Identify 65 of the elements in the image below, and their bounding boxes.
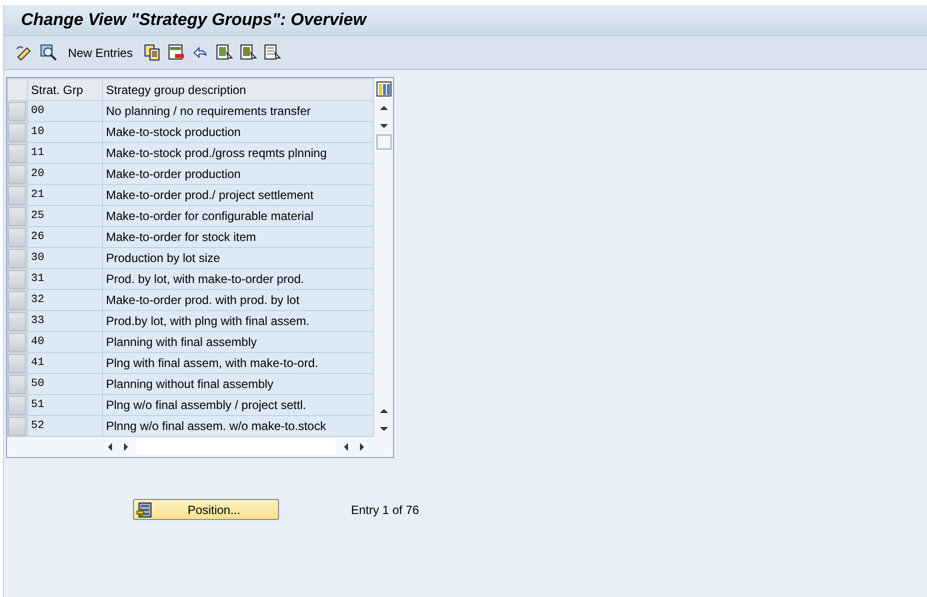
list-cursor-icon[interactable] — [240, 44, 257, 61]
table-cell: Prod.by lot, with plng with final assem. — [102, 310, 374, 332]
row-selector[interactable] — [8, 164, 26, 184]
row-selector[interactable] — [8, 228, 26, 246]
row-selector[interactable] — [8, 186, 26, 204]
table-cell: Planning with final assembly — [102, 332, 374, 352]
row-selector[interactable] — [8, 416, 26, 436]
table-cell: Production by lot size — [102, 248, 374, 268]
row-selector[interactable] — [8, 206, 26, 226]
table-cell: Make-to-order prod. with prod. by lot — [102, 290, 374, 310]
row-selector[interactable] — [8, 396, 26, 414]
table-cell: Make-to-order prod./ project settlement — [102, 184, 374, 206]
table-cell: Plng with final assem, with make-to-ord. — [102, 352, 374, 374]
row-selector[interactable] — [8, 332, 26, 352]
row-selector[interactable] — [8, 102, 26, 120]
table-cell: 21 — [28, 184, 102, 206]
position-button[interactable]: Position... — [133, 499, 279, 520]
position-icon — [136, 502, 152, 518]
table-cell: Plnng w/o final assem. w/o make-to.stock — [102, 416, 374, 436]
row-selector[interactable] — [8, 248, 26, 268]
entry-count: Entry 1 of 76 — [351, 502, 420, 518]
table-cell: 50 — [28, 374, 102, 394]
screen-title: Change View "Strategy Groups": Overview — [21, 9, 366, 32]
row-selector[interactable] — [8, 270, 26, 288]
table-cell: 40 — [28, 332, 102, 352]
table-cell: Make-to-stock production — [102, 122, 374, 142]
table-cell: 30 — [28, 248, 102, 268]
list-cursor-icon[interactable] — [216, 44, 233, 61]
table-cell: 32 — [28, 290, 102, 310]
table-cell: 41 — [28, 352, 102, 374]
table-cell: 10 — [28, 122, 102, 142]
table-cell: 00 — [28, 100, 102, 122]
scroll-thumb[interactable] — [376, 134, 392, 150]
column-header[interactable]: Strategy group description — [102, 78, 374, 100]
row-selector[interactable] — [8, 374, 26, 394]
table-cell: 51 — [28, 394, 102, 416]
table-cell: Prod. by lot, with make-to-order prod. — [102, 268, 374, 290]
table-cell: 52 — [28, 416, 102, 436]
table-cell: 20 — [28, 164, 102, 184]
table-cell: Make-to-order for stock item — [102, 226, 374, 248]
table-cell: 11 — [28, 142, 102, 164]
magnifier-icon[interactable] — [40, 44, 57, 61]
pencil-icon[interactable] — [16, 44, 33, 61]
table-cell: No planning / no requirements transfer — [102, 100, 374, 122]
table-cell: 31 — [28, 268, 102, 290]
arrow-icon[interactable] — [192, 44, 209, 61]
table-cell: Plng w/o final assembly / project settl. — [102, 394, 374, 416]
copy-icon[interactable] — [144, 44, 161, 61]
row-selector[interactable] — [8, 144, 26, 162]
row-selector[interactable] — [8, 290, 26, 310]
delete-row-icon[interactable] — [168, 44, 185, 61]
column-settings-icon[interactable] — [376, 81, 392, 97]
table-cell: 25 — [28, 206, 102, 226]
table-cell: Make-to-order for configurable material — [102, 206, 374, 226]
list-cursor-icon[interactable] — [264, 44, 281, 61]
table-cell: Make-to-stock prod./gross reqmts plnning — [102, 142, 374, 164]
table-cell: Planning without final assembly — [102, 374, 374, 394]
row-selector[interactable] — [8, 312, 26, 330]
row-selector[interactable] — [8, 354, 26, 372]
table-cell: 26 — [28, 226, 102, 248]
column-header[interactable]: Strat. Grp — [28, 78, 102, 100]
table-cell: 33 — [28, 310, 102, 332]
table-cell: Make-to-order production — [102, 164, 374, 184]
row-selector[interactable] — [8, 122, 26, 142]
new-entries-button[interactable]: New Entries — [64, 44, 137, 62]
